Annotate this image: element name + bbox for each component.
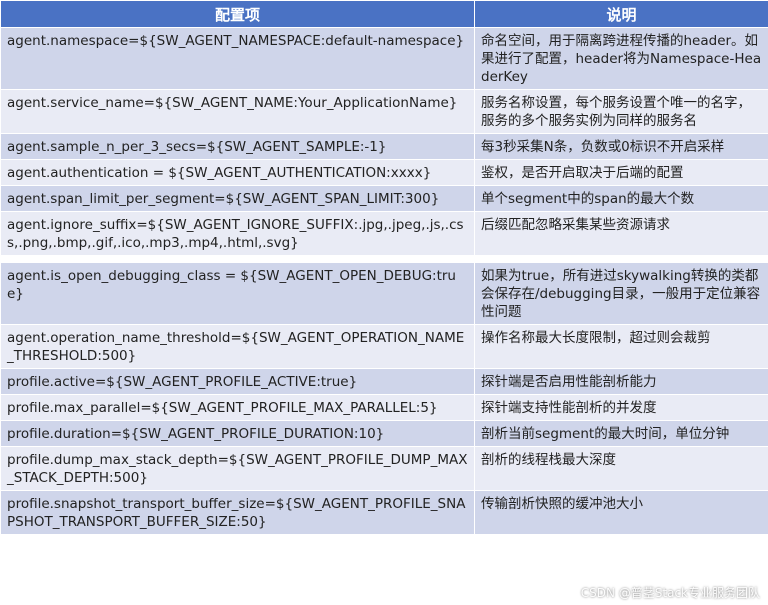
config-desc: 探针端支持性能剖析的并发度: [474, 394, 768, 421]
config-desc: 剖析的线程栈最大深度: [474, 446, 768, 491]
header-description: 说明: [474, 0, 768, 28]
config-key: agent.authentication = ${SW_AGENT_AUTHEN…: [0, 159, 475, 186]
table-row: agent.ignore_suffix=${SW_AGENT_IGNORE_SU…: [0, 211, 768, 256]
config-key: agent.ignore_suffix=${SW_AGENT_IGNORE_SU…: [0, 211, 475, 256]
config-key: profile.duration=${SW_AGENT_PROFILE_DURA…: [0, 420, 475, 447]
config-desc: 操作名称最大长度限制，超过则会裁剪: [474, 324, 768, 369]
table-row: agent.authentication = ${SW_AGENT_AUTHEN…: [0, 159, 768, 186]
table-row: agent.sample_n_per_3_secs=${SW_AGENT_SAM…: [0, 133, 768, 160]
config-key: agent.namespace=${SW_AGENT_NAMESPACE:def…: [0, 27, 475, 90]
separator-cell: [0, 255, 475, 263]
watermark: CSDN @普茎Stack专业服务团队: [580, 586, 760, 600]
config-desc: 剖析当前segment的最大时间，单位分钟: [474, 420, 768, 447]
table-row: agent.operation_name_threshold=${SW_AGEN…: [0, 324, 768, 369]
config-desc: 传输剖析快照的缓冲池大小: [474, 490, 768, 535]
config-desc: 服务名称设置，每个服务设置个唯一的名字，服务的多个服务实例为同样的服务名: [474, 89, 768, 134]
config-desc: 如果为true，所有进过skywalking转换的类都会保存在/debuggin…: [474, 262, 768, 325]
table-row: profile.snapshot_transport_buffer_size=$…: [0, 490, 768, 535]
table-row: agent.is_open_debugging_class = ${SW_AGE…: [0, 262, 768, 325]
config-desc: 每3秒采集N条，负数或0标识不开启采样: [474, 133, 768, 160]
config-key: profile.max_parallel=${SW_AGENT_PROFILE_…: [0, 394, 475, 421]
table-row: agent.service_name=${SW_AGENT_NAME:Your_…: [0, 89, 768, 134]
config-desc: 探针端是否启用性能剖析能力: [474, 368, 768, 395]
config-key: profile.dump_max_stack_depth=${SW_AGENT_…: [0, 446, 475, 491]
config-key: agent.operation_name_threshold=${SW_AGEN…: [0, 324, 475, 369]
config-key: agent.span_limit_per_segment=${SW_AGENT_…: [0, 185, 475, 212]
separator-cell: [474, 255, 768, 263]
header-config-item: 配置项: [0, 0, 475, 28]
config-desc: 后缀匹配忽略采集某些资源请求: [474, 211, 768, 256]
config-desc: 命名空间，用于隔离跨进程传播的header。如果进行了配置，header将为Na…: [474, 27, 768, 90]
table-row: agent.namespace=${SW_AGENT_NAMESPACE:def…: [0, 27, 768, 90]
config-key: profile.active=${SW_AGENT_PROFILE_ACTIVE…: [0, 368, 475, 395]
config-desc: 鉴权，是否开启取决于后端的配置: [474, 159, 768, 186]
config-key: agent.service_name=${SW_AGENT_NAME:Your_…: [0, 89, 475, 134]
table-row: agent.span_limit_per_segment=${SW_AGENT_…: [0, 185, 768, 212]
config-key: profile.snapshot_transport_buffer_size=$…: [0, 490, 475, 535]
table-row: profile.duration=${SW_AGENT_PROFILE_DURA…: [0, 420, 768, 447]
config-table: 配置项 说明 agent.namespace=${SW_AGENT_NAMESP…: [0, 0, 768, 535]
config-key: agent.sample_n_per_3_secs=${SW_AGENT_SAM…: [0, 133, 475, 160]
table-row: profile.dump_max_stack_depth=${SW_AGENT_…: [0, 446, 768, 491]
table-row: profile.active=${SW_AGENT_PROFILE_ACTIVE…: [0, 368, 768, 395]
table-separator: [0, 255, 768, 263]
config-desc: 单个segment中的span的最大个数: [474, 185, 768, 212]
config-key: agent.is_open_debugging_class = ${SW_AGE…: [0, 262, 475, 325]
table-row: profile.max_parallel=${SW_AGENT_PROFILE_…: [0, 394, 768, 421]
table-header-row: 配置项 说明: [0, 0, 768, 28]
